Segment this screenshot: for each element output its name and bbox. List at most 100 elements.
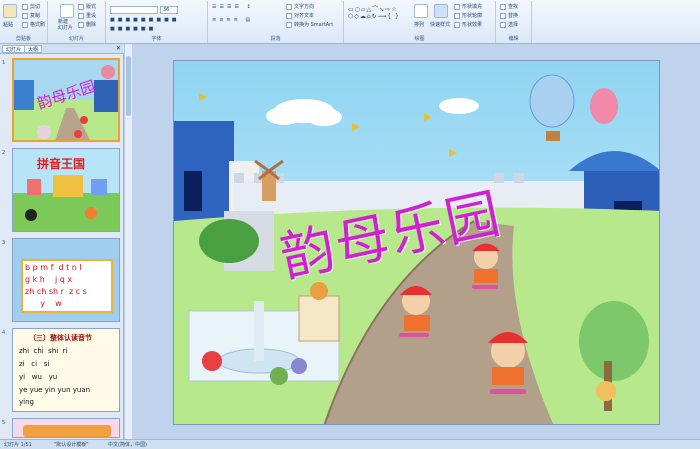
tab-slides[interactable]: 幻灯片 <box>2 45 26 53</box>
scroll-thumb[interactable] <box>126 56 131 116</box>
slide-thumbnail-1[interactable]: 韵母乐园 <box>12 58 120 142</box>
copy-button[interactable]: 复制 <box>22 12 40 19</box>
shapes-gallery[interactable]: ▭○▱△⌒↘⇨☆ ⬡◇☁⌂↻⟿{ } <box>348 4 400 20</box>
cut-button[interactable]: 剪切 <box>22 3 40 10</box>
replace-button[interactable]: 替换 <box>500 12 518 19</box>
drawing-label: 绘图 <box>414 36 425 42</box>
tab-outline[interactable]: 大纲 <box>24 45 43 53</box>
slide-thumbnail-3[interactable]: b p m f d t n l g k h j q x zh ch sh r z… <box>12 238 120 322</box>
delete-label: 删除 <box>86 22 97 28</box>
slide-index: 幻灯片 1/51 <box>4 442 32 448</box>
arrange-button[interactable]: 排列 <box>414 21 424 28</box>
new-slide-icon[interactable] <box>60 4 74 18</box>
new-slide-button[interactable]: 新建 幻灯片 <box>58 19 73 31</box>
font-color-icons[interactable]: ■■■■■■ <box>110 26 156 32</box>
clipboard-label: 剪贴板 <box>15 36 31 42</box>
shape-fill-button[interactable]: 形状填充 <box>454 3 482 10</box>
theme-name: "默认设计模板" <box>54 442 89 448</box>
slide-editor: 韵母乐园 <box>132 44 700 439</box>
thumb-2-title: 拼音王国 <box>37 157 86 171</box>
pane-tabs: 幻灯片 大纲 ✕ <box>0 44 124 54</box>
find-label: 查找 <box>508 4 519 10</box>
slides-group: 新建 幻灯片 版式 重设 删除 幻灯片 <box>48 1 106 43</box>
drawing-group: ▭○▱△⌒↘⇨☆ ⬡◇☁⌂↻⟿{ } 排列 快速样式 形状填充 形状轮廓 形状效果… <box>344 1 496 43</box>
editing-label: 编辑 <box>508 36 519 42</box>
layout-label: 版式 <box>86 4 97 10</box>
thumb-number: 5 <box>2 420 6 426</box>
thumb-4-line: yi wu yu <box>19 373 58 381</box>
format-painter-button[interactable]: 格式刷 <box>22 21 45 28</box>
find-button[interactable]: 查找 <box>500 3 518 10</box>
smartart-icon <box>286 21 292 28</box>
format-painter-label: 格式刷 <box>30 22 46 28</box>
font-format-icons[interactable]: ■■■■■■■■■ <box>110 17 180 23</box>
thumbnail-scrollbar[interactable] <box>124 44 132 439</box>
reset-icon <box>78 12 84 19</box>
thumb-3-line: zh ch sh r z c s <box>25 287 87 296</box>
slides-pane: 幻灯片 大纲 ✕ 1 韵母乐园 2 拼音王国 3 b p m f d t n l… <box>0 44 124 439</box>
thumb-number: 4 <box>2 330 6 336</box>
thumb-3-line: y w <box>25 299 62 308</box>
thumb-number: 1 <box>2 60 6 66</box>
status-bar: 幻灯片 1/51 "默认设计模板" 中文(简体，中国) <box>0 439 700 449</box>
cut-label: 剪切 <box>30 4 41 10</box>
delete-button[interactable]: 删除 <box>78 21 96 28</box>
align-text-icon <box>286 12 292 19</box>
paragraph-align-icons[interactable]: ≡≡≡≡ ▤ <box>212 17 253 23</box>
shape-fill-label: 形状填充 <box>462 4 483 10</box>
thumb-number: 2 <box>2 150 6 156</box>
smartart-button[interactable]: 转换为 SmartArt <box>286 21 333 28</box>
replace-icon <box>500 12 506 19</box>
reset-label: 重设 <box>86 13 97 19</box>
binoculars-icon <box>500 3 506 10</box>
text-direction-icon <box>286 3 292 10</box>
text-direction-button[interactable]: 文字方向 <box>286 3 314 10</box>
cursor-icon <box>500 21 506 28</box>
paste-button[interactable]: 粘贴 <box>3 21 13 28</box>
effects-icon <box>454 21 460 28</box>
shape-outline-button[interactable]: 形状轮廓 <box>454 12 482 19</box>
shape-effects-button[interactable]: 形状效果 <box>454 21 482 28</box>
arrange-icon[interactable] <box>414 4 428 18</box>
thumb-number: 3 <box>2 240 6 246</box>
font-label: 字体 <box>151 36 162 42</box>
select-button[interactable]: 选择 <box>500 21 518 28</box>
paragraph-list-icons[interactable]: ☰☰☰☰ ↕ <box>212 4 254 10</box>
font-name-field[interactable] <box>110 6 158 14</box>
paragraph-group: ☰☰☰☰ ↕ ≡≡≡≡ ▤ 文字方向 对齐文本 转换为 SmartArt 段落 <box>208 1 344 43</box>
font-group: 36 ■■■■■■■■■ ■■■■■■ 字体 <box>106 1 208 43</box>
layout-icon <box>78 3 84 10</box>
scissors-icon <box>22 3 28 10</box>
smartart-label: 转换为 SmartArt <box>294 22 334 28</box>
paragraph-label: 段落 <box>270 36 281 42</box>
thumb-5-banner <box>23 425 111 437</box>
thumb-3-line: b p m f d t n l <box>25 263 82 272</box>
quick-styles-icon[interactable] <box>434 4 448 18</box>
copy-label: 复制 <box>30 13 41 19</box>
fill-icon <box>454 3 460 10</box>
delete-icon <box>78 21 84 28</box>
thumb-4-heading: （三）整体认读音节 <box>29 334 92 342</box>
brush-icon <box>22 21 28 28</box>
select-label: 选择 <box>508 22 519 28</box>
close-pane-icon[interactable]: ✕ <box>116 45 121 52</box>
slide-thumbnail-5[interactable] <box>12 418 120 438</box>
align-text-button[interactable]: 对齐文本 <box>286 12 314 19</box>
slide-thumbnail-4[interactable]: （三）整体认读音节 zhi chi shi ri zi ci si yi wu … <box>12 328 120 412</box>
language-indicator[interactable]: 中文(简体，中国) <box>108 441 147 448</box>
thumb-4-line: ying <box>19 398 34 406</box>
slide-canvas[interactable]: 韵母乐园 <box>173 60 660 425</box>
thumb-4-line: ye yue yin yun yuan <box>19 386 91 394</box>
slide-thumbnail-2[interactable]: 拼音王国 <box>12 148 120 232</box>
font-size-field[interactable]: 36 <box>160 6 178 14</box>
outline-icon <box>454 12 460 19</box>
editing-group: 查找 替换 选择 编辑 <box>496 1 532 43</box>
copy-icon <box>22 12 28 19</box>
paste-icon[interactable] <box>3 4 17 18</box>
reset-button[interactable]: 重设 <box>78 12 96 19</box>
thumb-4-line: zi ci si <box>19 360 50 368</box>
thumb-3-line: g k h j q x <box>25 275 73 284</box>
quick-styles-button[interactable]: 快速样式 <box>430 21 450 28</box>
layout-button[interactable]: 版式 <box>78 3 96 10</box>
shape-outline-label: 形状轮廓 <box>462 13 483 19</box>
